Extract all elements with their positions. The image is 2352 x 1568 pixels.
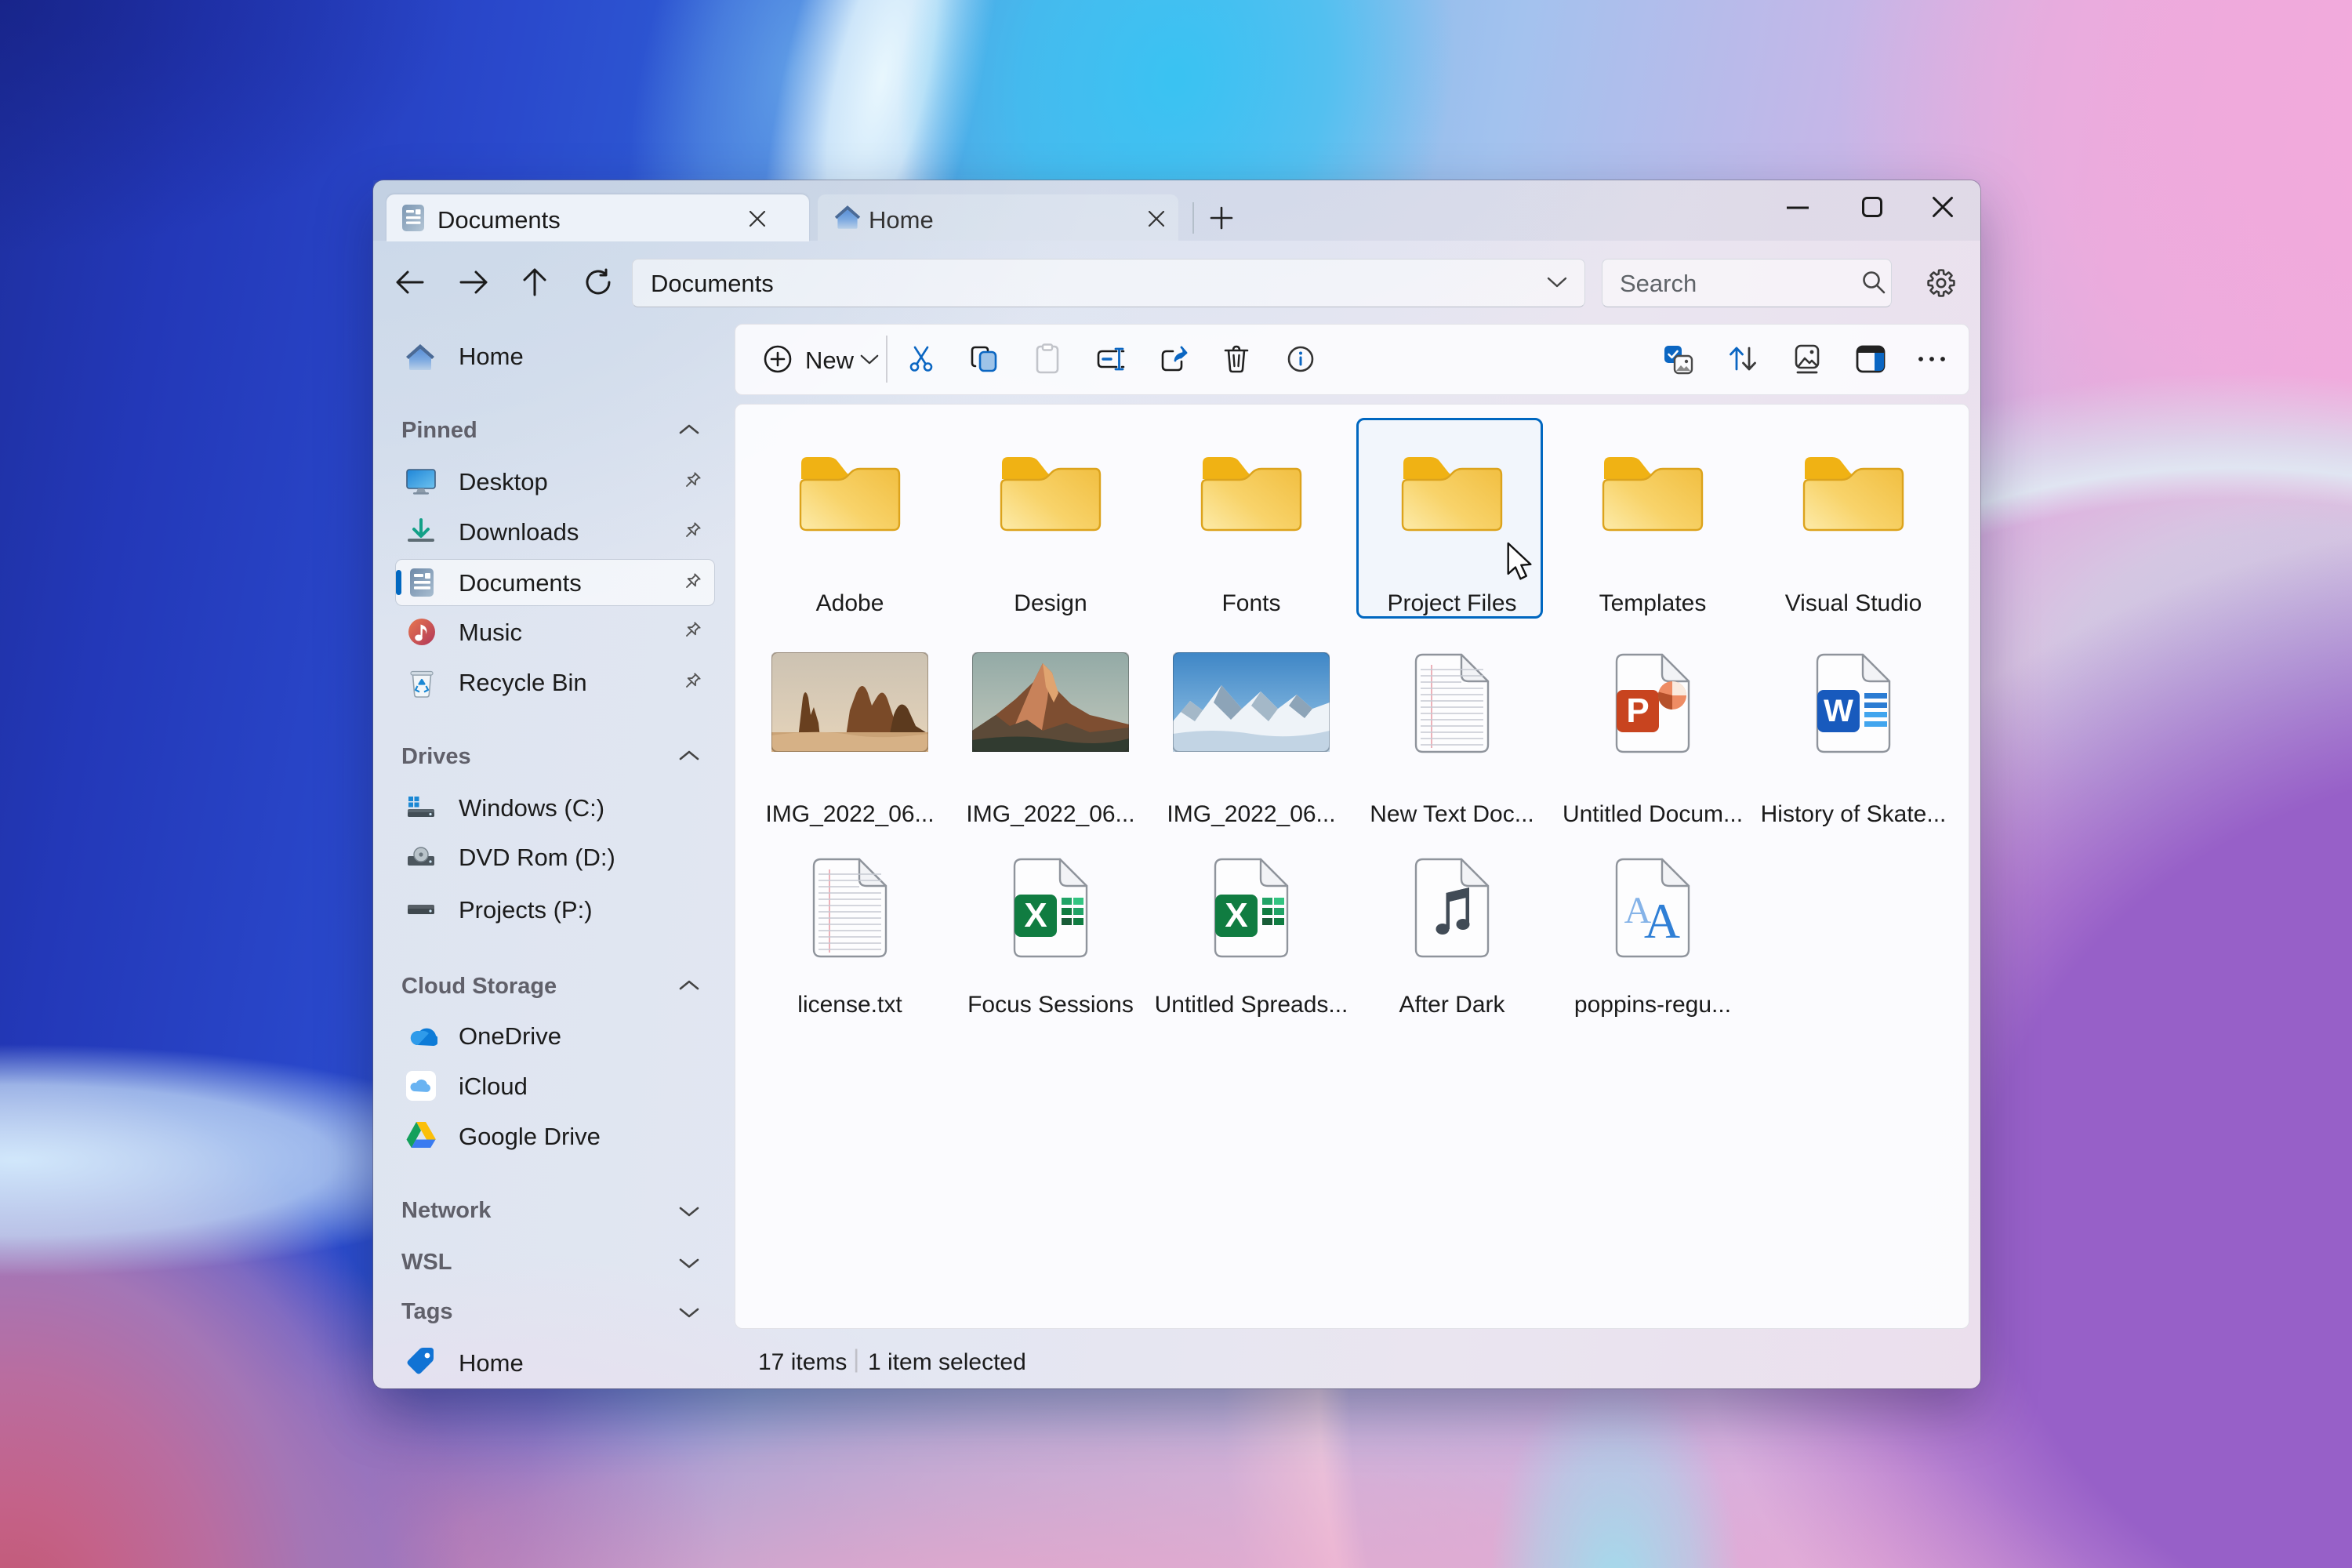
svg-text:A: A xyxy=(1644,893,1680,949)
svg-text:X: X xyxy=(1225,896,1247,935)
svg-text:W: W xyxy=(1824,694,1853,728)
svg-text:P: P xyxy=(1626,691,1649,730)
svg-text:X: X xyxy=(1024,896,1047,935)
